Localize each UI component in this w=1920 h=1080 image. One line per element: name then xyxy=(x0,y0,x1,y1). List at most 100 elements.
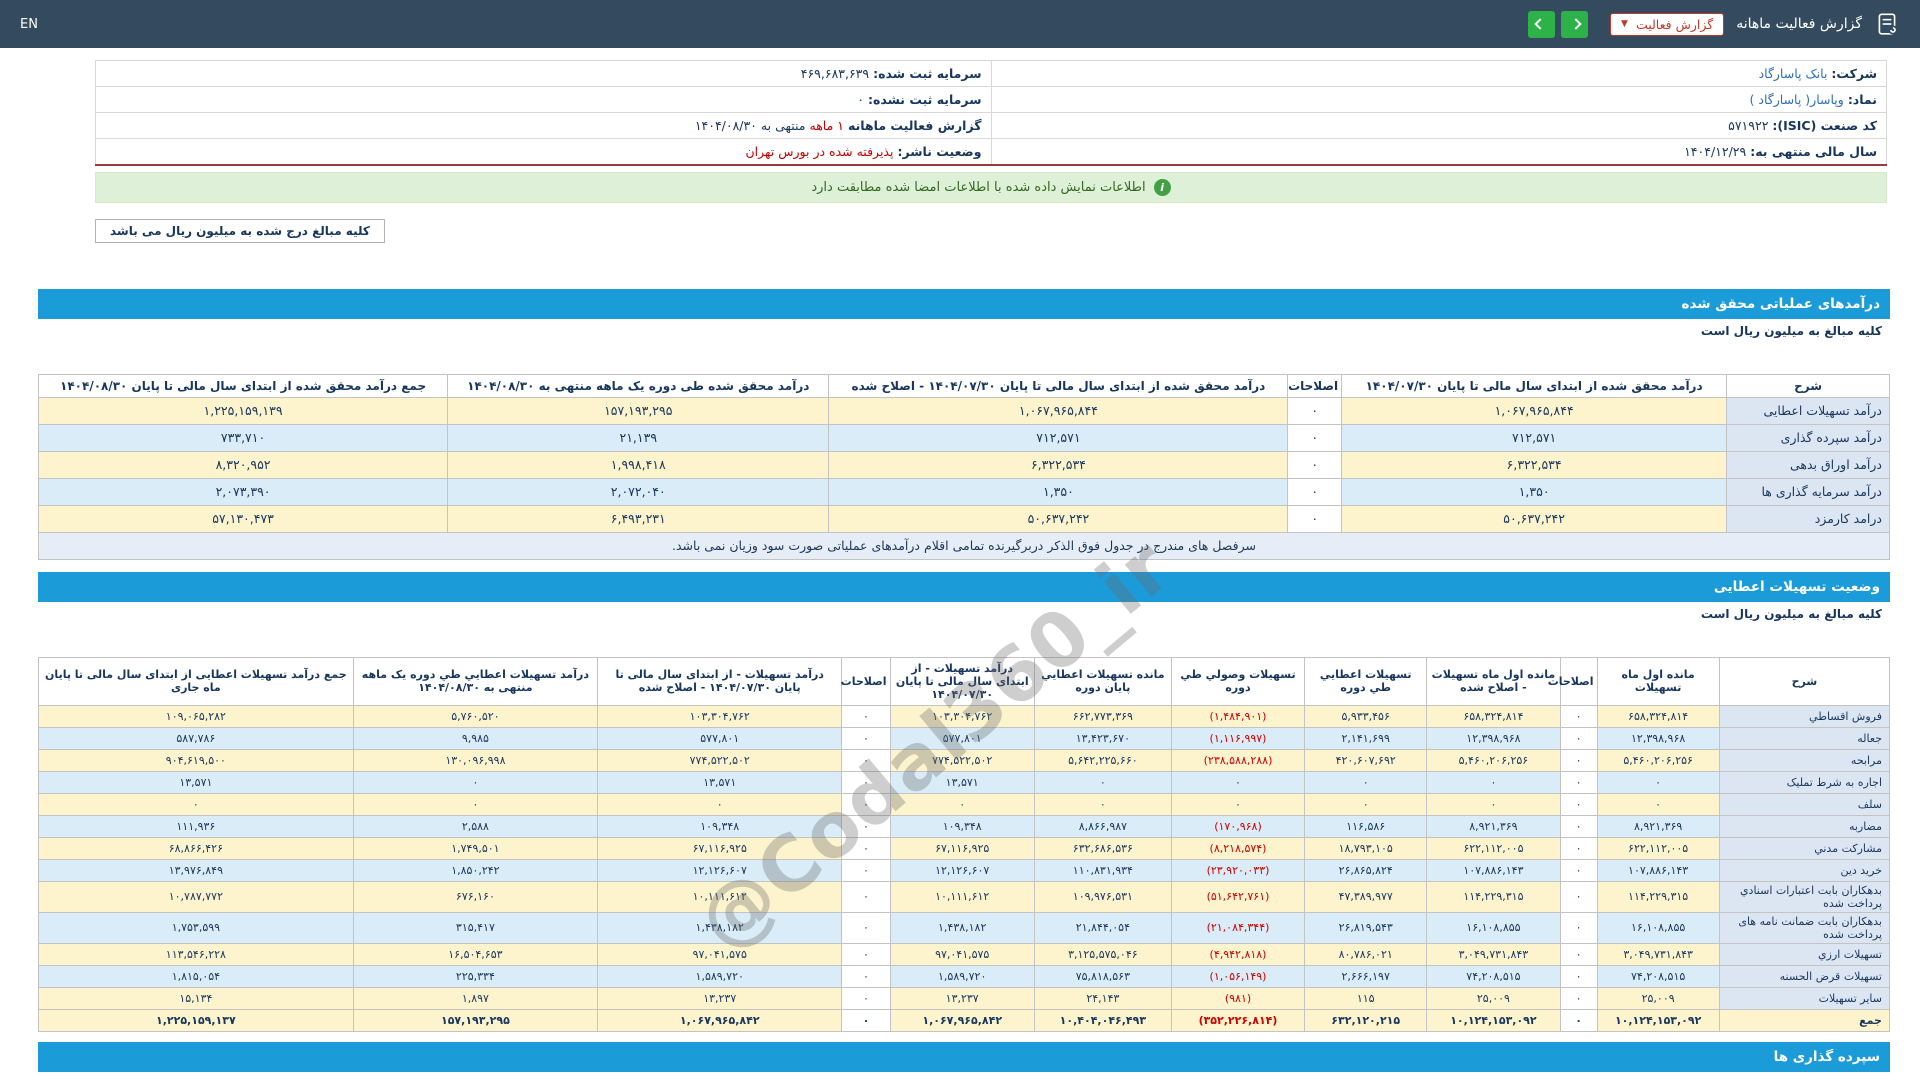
row-label: درآمد سرمایه گذاری ها xyxy=(1727,478,1890,505)
column-header: درآمد تسهیلات - از ابتدای سال مالی تا پا… xyxy=(890,657,1034,705)
value-cell: ۱,۰۶۷,۹۶۵,۸۴۴ xyxy=(1342,397,1727,424)
value-cell: ۶۳۲,۶۸۶,۵۳۶ xyxy=(1034,837,1171,859)
table-row: تسهیلات ارزي۳,۰۴۹,۷۳۱,۸۴۳۰۳,۰۴۹,۷۳۱,۸۴۳۸… xyxy=(39,943,1890,965)
row-label: خرید دین xyxy=(1719,859,1889,881)
value-cell: ۰ xyxy=(1288,505,1342,532)
value-cell: ۲۲۵,۳۳۴ xyxy=(353,965,597,987)
value-cell: ۱,۳۵۰ xyxy=(1342,478,1727,505)
column-header: تسهیلات اعطایي طي دوره xyxy=(1305,657,1427,705)
value-cell: ۲,۶۶۶,۱۹۷ xyxy=(1305,965,1427,987)
value-cell: ۱۰,۱۱۱,۶۱۲ xyxy=(890,881,1034,912)
report-type-dropdown[interactable]: گزارش فعالیت ▼ xyxy=(1610,13,1724,36)
value-cell: ۱,۷۵۳,۵۹۹ xyxy=(39,912,354,943)
value-cell: ۵,۴۶۰,۲۰۶,۲۵۶ xyxy=(1597,749,1719,771)
row-label: بدهکاران بابت ضمانت نامه های پرداخت شده xyxy=(1719,912,1889,943)
value-cell: ۱۲,۱۲۶,۶۰۷ xyxy=(890,859,1034,881)
value-cell: ۱,۷۴۹,۵۰۱ xyxy=(353,837,597,859)
table-row: بدهکاران بابت ضمانت نامه های پرداخت شده ۱… xyxy=(39,912,1890,943)
value-cell: ۰ xyxy=(1560,793,1597,815)
company-name-link[interactable]: بانک پاسارگاد xyxy=(1759,66,1828,81)
column-header: جمع درآمد محقق شده از ابتدای سال مالی تا… xyxy=(39,374,448,397)
value-cell: ۰ xyxy=(1560,943,1597,965)
value-cell: ۰ xyxy=(1597,793,1719,815)
table-row: کد صنعت (ISIC): ۵۷۱۹۲۲ گزارش فعالیت ماها… xyxy=(96,113,1887,139)
symbol-cell: نماد: وپاسار( پاسارگاد ) xyxy=(991,87,1887,113)
value-cell: ۰ xyxy=(842,943,890,965)
value-cell: (۱,۱۱۶,۹۹۷) xyxy=(1171,727,1304,749)
value-cell: (۱,۴۸۴,۹۰۱) xyxy=(1171,705,1304,727)
info-icon: i xyxy=(1154,179,1171,196)
table-row: درآمد اوراق بدهی۶,۳۲۲,۵۳۴۰۶,۳۲۲,۵۳۴۱,۹۹۸… xyxy=(39,451,1890,478)
value-cell: ۰ xyxy=(842,771,890,793)
report-period-cell: گزارش فعالیت ماهانه ۱ ماهه منتهی به ۱۴۰۴… xyxy=(96,113,992,139)
value-cell: ۰ xyxy=(1288,424,1342,451)
topbar: گزارش فعالیت ماهانه گزارش فعالیت ▼ EN xyxy=(0,0,1920,48)
row-label: تسهیلات ارزي xyxy=(1719,943,1889,965)
value-cell: ۱۰,۷۸۷,۷۷۲ xyxy=(39,881,354,912)
value-cell: ۰ xyxy=(1560,881,1597,912)
deposits-title: سپرده گذاری ها xyxy=(38,1042,1890,1072)
value-cell: ۶۷,۱۱۶,۹۲۵ xyxy=(598,837,842,859)
column-header: شرح xyxy=(1727,374,1890,397)
value-cell: ۰ xyxy=(1560,965,1597,987)
value-cell: ۶۷۶,۱۶۰ xyxy=(353,881,597,912)
prev-report-button[interactable] xyxy=(1528,11,1555,38)
symbol-link[interactable]: وپاسار( پاسارگاد ) xyxy=(1750,92,1844,107)
isic-value: ۵۷۱۹۲۲ xyxy=(1728,118,1768,133)
value-cell: ۱۳,۲۳۷ xyxy=(890,987,1034,1009)
value-cell: ۱۰,۱۱۱,۶۱۲ xyxy=(598,881,842,912)
value-cell: ۱,۲۲۵,۱۵۹,۱۳۹ xyxy=(39,397,448,424)
publisher-status-label: وضعیت ناشر: xyxy=(897,144,981,159)
value-cell: ۰ xyxy=(842,705,890,727)
value-cell: ۸۰,۷۸۶,۰۲۱ xyxy=(1305,943,1427,965)
value-cell: ۳,۰۴۹,۷۳۱,۸۴۳ xyxy=(1427,943,1560,965)
value-cell: ۰ xyxy=(842,912,890,943)
value-cell: ۰ xyxy=(842,965,890,987)
value-cell: ۱۵۷,۱۹۳,۲۹۵ xyxy=(448,397,829,424)
value-cell: ۰ xyxy=(39,793,354,815)
value-cell: ۶۲۲,۱۱۲,۰۰۵ xyxy=(1427,837,1560,859)
value-cell: ۱۶,۱۰۸,۸۵۵ xyxy=(1427,912,1560,943)
value-cell: ۱,۵۸۹,۷۲۰ xyxy=(890,965,1034,987)
column-header: مانده اول ماه تسهیلات - اصلاح شده xyxy=(1427,657,1560,705)
facilities-section: وضعیت تسهیلات اعطایی کلیه مبالغ به میلیو… xyxy=(38,572,1890,1032)
value-cell: ۰ xyxy=(842,1009,890,1031)
value-cell: ۶,۳۲۲,۵۳۴ xyxy=(829,451,1288,478)
column-header: اصلاحات xyxy=(842,657,890,705)
value-cell: ۱۱۴,۲۲۹,۳۱۵ xyxy=(1427,881,1560,912)
registered-capital-cell: سرمایه ثبت شده: ۴۶۹,۶۸۳,۶۳۹ xyxy=(96,61,992,87)
unregistered-capital-label: سرمایه ثبت نشده: xyxy=(868,92,982,107)
value-cell: ۰ xyxy=(890,793,1034,815)
value-cell: ۱,۰۶۷,۹۶۵,۸۴۲ xyxy=(890,1009,1034,1031)
value-cell: (۴,۹۴۲,۸۱۸) xyxy=(1171,943,1304,965)
table-footnote-row: سرفصل های مندرج در جدول فوق الذکر دربرگی… xyxy=(39,532,1890,559)
value-cell: ۱۶,۵۰۴,۶۵۳ xyxy=(353,943,597,965)
value-cell: ۱۰,۱۲۴,۱۵۳,۰۹۲ xyxy=(1427,1009,1560,1031)
units-note-box: کلیه مبالغ درج شده به میلیون ریال می باش… xyxy=(95,219,385,243)
report-period-suffix: منتهی به ۱۴۰۴/۰۸/۳۰ xyxy=(695,118,806,133)
value-cell: ۲,۵۸۸ xyxy=(353,815,597,837)
fiscal-year-value: ۱۴۰۴/۱۲/۲۹ xyxy=(1684,144,1746,159)
language-toggle[interactable]: EN xyxy=(20,17,38,32)
value-cell: ۶۳۲,۱۲۰,۲۱۵ xyxy=(1305,1009,1427,1031)
row-label: درامد کارمزد xyxy=(1727,505,1890,532)
value-cell: ۱۱۵ xyxy=(1305,987,1427,1009)
value-cell: ۵۸۷,۷۸۶ xyxy=(39,727,354,749)
next-report-button[interactable] xyxy=(1561,11,1588,38)
value-cell: (۹۸۱) xyxy=(1171,987,1304,1009)
value-cell: ۰ xyxy=(1560,837,1597,859)
value-cell: ۰ xyxy=(1427,771,1560,793)
value-cell: ۲,۱۴۱,۶۹۹ xyxy=(1305,727,1427,749)
value-cell: ۶۸,۸۶۶,۴۲۶ xyxy=(39,837,354,859)
value-cell: ۱۳,۴۲۳,۶۷۰ xyxy=(1034,727,1171,749)
value-cell: ۱۰,۱۲۴,۱۵۳,۰۹۲ xyxy=(1597,1009,1719,1031)
report-nav-buttons xyxy=(1528,11,1588,38)
report-type-label: گزارش فعالیت xyxy=(1636,17,1713,32)
value-cell: ۲,۰۷۲,۰۴۰ xyxy=(448,478,829,505)
value-cell: ۱۱۳,۵۴۶,۲۲۸ xyxy=(39,943,354,965)
value-cell: ۵۷۷,۸۰۱ xyxy=(890,727,1034,749)
chevron-left-icon xyxy=(1534,18,1545,29)
value-cell: ۰ xyxy=(1305,771,1427,793)
value-cell: ۱,۴۳۸,۱۸۲ xyxy=(890,912,1034,943)
value-cell: ۸,۸۶۶,۹۸۷ xyxy=(1034,815,1171,837)
